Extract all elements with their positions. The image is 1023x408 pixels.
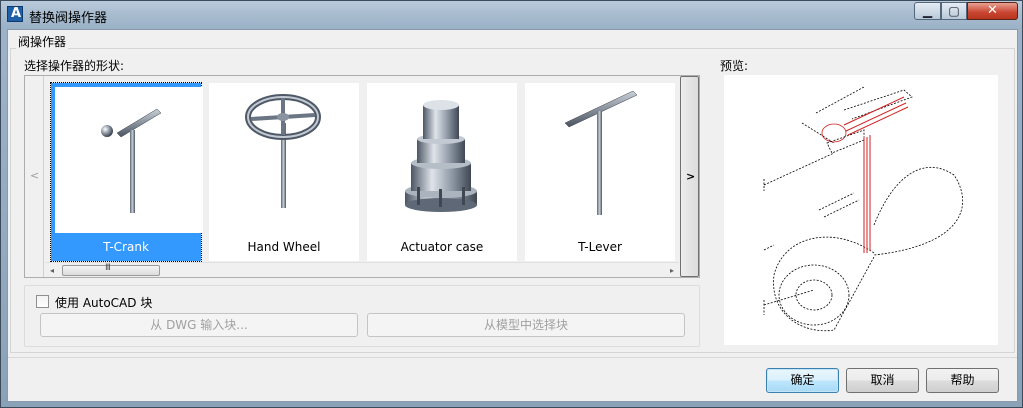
tile-label: T-Lever (578, 240, 622, 254)
hand-wheel-icon (209, 83, 359, 233)
dialog-window: 替换阀操作器 ▁ ▢ ✕ 阀操作器 选择操作器的形状: 预览: < (0, 0, 1023, 408)
minimize-icon: ▁ (922, 4, 933, 18)
preview-drawing (763, 86, 963, 332)
grip-icon: III (105, 263, 111, 273)
tile-label: T-Crank (103, 240, 149, 254)
help-button[interactable]: 帮助 (926, 368, 999, 393)
tile-actuator-case[interactable]: Actuator case (367, 83, 517, 261)
operator-gallery: < T-Crank Hand Wheel Actuator case T-Lev… (24, 75, 700, 278)
title-bar[interactable]: 替换阀操作器 ▁ ▢ ✕ (1, 1, 1022, 29)
close-icon: ✕ (987, 3, 998, 18)
scroll-left-arrow-icon[interactable]: ◂ (45, 264, 59, 277)
footer-separator (8, 357, 1017, 358)
dialog-client: 阀操作器 选择操作器的形状: 预览: < T-Crank Hand Wheel … (7, 29, 1018, 402)
autocad-block-group: 使用 AutoCAD 块 从 DWG 输入块... 从模型中选择块 (24, 285, 700, 347)
shape-select-label: 选择操作器的形状: (24, 59, 125, 73)
tile-t-crank[interactable]: T-Crank (50, 82, 203, 262)
tile-t-lever[interactable]: T-Lever (525, 83, 675, 261)
preview-pane (724, 75, 998, 345)
chevron-left-icon: < (30, 169, 40, 182)
group-title: 阀操作器 (16, 33, 69, 50)
tile-hand-wheel[interactable]: Hand Wheel (209, 83, 359, 261)
ok-button[interactable]: 确定 (766, 368, 839, 393)
gallery-next-button[interactable]: > (680, 76, 699, 277)
gallery-scrollbar[interactable]: ◂ III ▸ (45, 262, 679, 277)
maximize-icon: ▢ (948, 4, 960, 18)
maximize-button[interactable]: ▢ (941, 2, 967, 20)
preview-label: 预览: (720, 59, 749, 73)
close-button[interactable]: ✕ (967, 2, 1018, 20)
actuator-case-icon (367, 83, 517, 233)
scroll-right-arrow-icon[interactable]: ▸ (665, 264, 679, 277)
use-autocad-block-label[interactable]: 使用 AutoCAD 块 (55, 294, 152, 311)
t-lever-icon (525, 83, 675, 233)
gallery-prev-button[interactable]: < (25, 76, 44, 277)
t-crank-icon (55, 87, 203, 233)
tile-label: Actuator case (400, 240, 484, 254)
minimize-button[interactable]: ▁ (914, 2, 941, 20)
tile-label: Hand Wheel (247, 240, 321, 254)
chevron-right-icon: > (686, 170, 696, 183)
scroll-thumb[interactable]: III (62, 263, 160, 276)
window-title: 替换阀操作器 (29, 11, 108, 26)
autocad-app-icon (7, 6, 23, 22)
cancel-button[interactable]: 取消 (846, 368, 919, 393)
select-block-from-model-button[interactable]: 从模型中选择块 (367, 313, 685, 337)
use-autocad-block-checkbox[interactable] (36, 295, 49, 308)
import-dwg-block-button[interactable]: 从 DWG 输入块... (40, 313, 358, 337)
